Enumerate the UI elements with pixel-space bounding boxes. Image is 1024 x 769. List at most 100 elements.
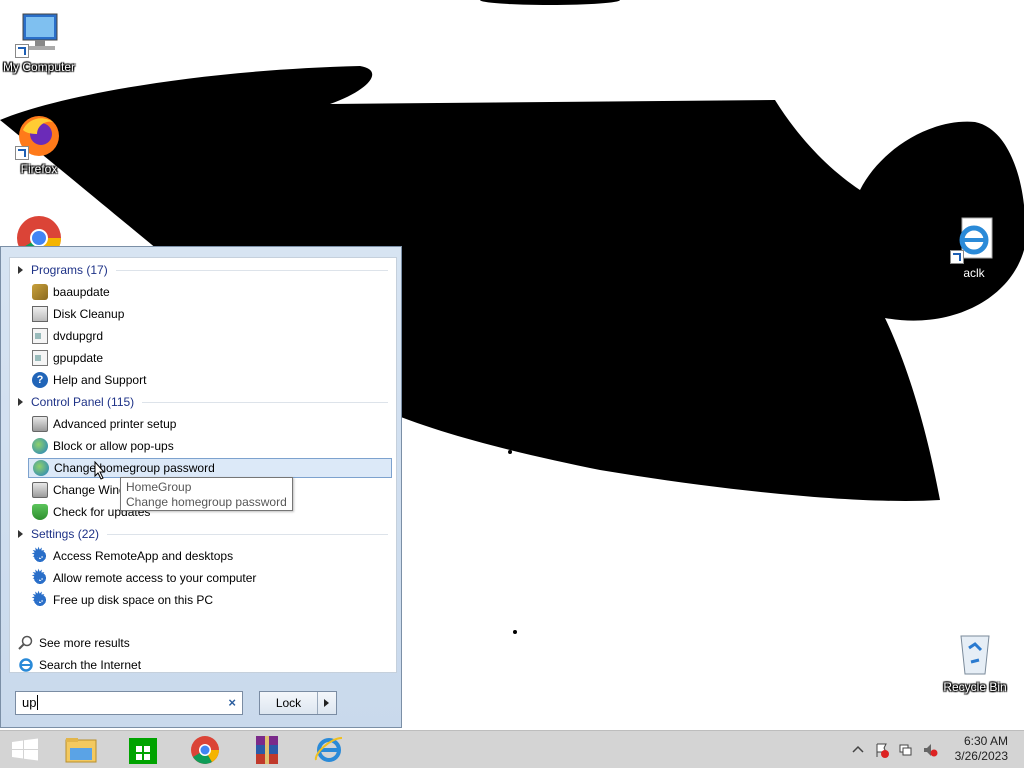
tooltip-description: Change homegroup password [126, 495, 287, 509]
recycle-bin-icon [951, 630, 999, 678]
show-hidden-icons-icon[interactable] [850, 742, 866, 758]
result-item-label: gpupdate [53, 351, 104, 365]
internet-explorer-icon [950, 216, 998, 264]
desktop-icon-firefox[interactable]: Firefox [0, 112, 78, 176]
clock-time: 6:30 AM [963, 734, 1008, 748]
windows-features-icon [32, 482, 48, 498]
group-header-control-panel[interactable]: Control Panel (115) [18, 392, 388, 412]
taskbar-clock[interactable]: 6:30 AM 3/26/2023 [955, 734, 1008, 764]
result-item-selected[interactable]: Change homegroup password [28, 458, 392, 478]
result-item[interactable]: Allow remote access to your computer [28, 566, 392, 588]
result-item[interactable]: gpupdate [28, 348, 392, 368]
firefox-icon [15, 112, 63, 160]
settings-gear-icon [31, 544, 48, 565]
result-item[interactable]: Free up disk space on this PC [28, 588, 392, 610]
result-item-label: Advanced printer setup [53, 417, 177, 431]
internet-options-icon [32, 438, 48, 454]
start-icon [12, 738, 38, 761]
shortcut-arrow-icon [950, 250, 964, 264]
desktop-icon-recycle-bin[interactable]: Recycle Bin [936, 630, 1014, 694]
computer-icon [15, 10, 63, 58]
see-more-results-link[interactable]: See more results [14, 633, 378, 653]
search-input[interactable]: up × [15, 691, 243, 715]
result-item[interactable]: baaupdate [28, 282, 392, 302]
group-header-programs[interactable]: Programs (17) [18, 260, 388, 280]
desktop-icon-label: aclk [963, 266, 985, 280]
result-item[interactable]: Block or allow pop-ups [28, 436, 392, 456]
search-internet-label: Search the Internet [39, 658, 142, 672]
desktop-icon-label: Recycle Bin [943, 680, 1007, 694]
group-header-label: Programs (17) [31, 263, 108, 277]
disk-cleanup-icon [32, 306, 48, 322]
result-item[interactable]: Disk Cleanup [28, 304, 392, 324]
action-center-icon[interactable] [874, 742, 890, 758]
see-more-results-label: See more results [39, 636, 130, 650]
printer-icon [32, 416, 48, 432]
taskbar-chrome[interactable] [186, 734, 224, 766]
result-item-label: Access RemoteApp and desktops [53, 549, 234, 563]
divider [107, 533, 388, 535]
application-icon [32, 350, 48, 366]
result-item-label: Help and Support [53, 373, 147, 387]
result-item-label: dvdupgrd [53, 329, 104, 343]
taskbar: 6:30 AM 3/26/2023 [0, 730, 1024, 768]
winrar-icon [256, 736, 278, 764]
result-item-label: Free up disk space on this PC [53, 593, 214, 607]
settings-gear-icon [31, 566, 48, 587]
shortcut-arrow-icon [15, 146, 29, 160]
store-icon [129, 738, 157, 764]
expand-triangle-icon [18, 398, 23, 406]
taskbar-file-explorer[interactable] [62, 734, 100, 766]
settings-gear-icon [31, 588, 48, 609]
lock-button[interactable]: Lock [259, 691, 337, 715]
search-results-pane: Programs (17) baaupdate Disk Cleanup dvd… [9, 257, 397, 673]
group-header-settings[interactable]: Settings (22) [18, 524, 388, 544]
shortcut-arrow-icon [15, 44, 29, 58]
result-item[interactable]: ? Help and Support [28, 370, 392, 390]
result-item-label: Disk Cleanup [53, 307, 125, 321]
taskbar-winrar[interactable] [248, 734, 286, 766]
clock-date: 3/26/2023 [954, 749, 1008, 763]
application-icon [32, 328, 48, 344]
network-icon[interactable] [898, 742, 914, 758]
result-item[interactable]: Access RemoteApp and desktops [28, 544, 392, 566]
internet-explorer-icon [18, 657, 34, 673]
help-icon: ? [32, 372, 48, 388]
taskbar-internet-explorer[interactable] [310, 734, 348, 766]
start-button[interactable] [6, 734, 44, 766]
result-item[interactable]: dvdupgrd [28, 326, 392, 346]
baaupdate-icon [32, 284, 48, 300]
expand-triangle-icon [18, 530, 23, 538]
file-explorer-icon [65, 738, 97, 763]
taskbar-store[interactable] [124, 734, 162, 766]
desktop-icon-label: My Computer [2, 60, 76, 74]
clear-search-icon[interactable]: × [228, 692, 236, 714]
power-options-arrow-icon[interactable] [318, 692, 336, 714]
result-item-label: Allow remote access to your computer [53, 571, 257, 585]
search-internet-link[interactable]: Search the Internet [14, 655, 378, 675]
divider [142, 401, 388, 403]
group-header-label: Control Panel (115) [31, 395, 135, 409]
volume-muted-icon[interactable] [922, 742, 938, 758]
result-item-label: Change homegroup password [54, 461, 215, 475]
group-header-label: Settings (22) [31, 527, 100, 541]
desktop-icon-aclk[interactable]: aclk [935, 216, 1013, 280]
tooltip-title: HomeGroup [126, 480, 192, 494]
mouse-cursor-icon [94, 461, 106, 480]
result-item[interactable]: Advanced printer setup [28, 414, 392, 434]
result-item-label: Block or allow pop-ups [53, 439, 174, 453]
result-item-label: baaupdate [53, 285, 110, 299]
expand-triangle-icon [18, 266, 23, 274]
lock-button-label: Lock [260, 692, 318, 714]
homegroup-icon [33, 460, 49, 476]
result-item-label: Change Wind [53, 483, 126, 497]
search-input-value: up [22, 695, 37, 710]
desktop-icon-label: Firefox [20, 162, 58, 176]
internet-explorer-icon [314, 737, 343, 762]
divider [115, 269, 388, 271]
chrome-icon [191, 736, 219, 764]
search-icon [18, 635, 34, 651]
windows-update-icon [32, 504, 48, 520]
tooltip: HomeGroup Change homegroup password [120, 477, 293, 511]
desktop-icon-my-computer[interactable]: My Computer [0, 10, 78, 74]
